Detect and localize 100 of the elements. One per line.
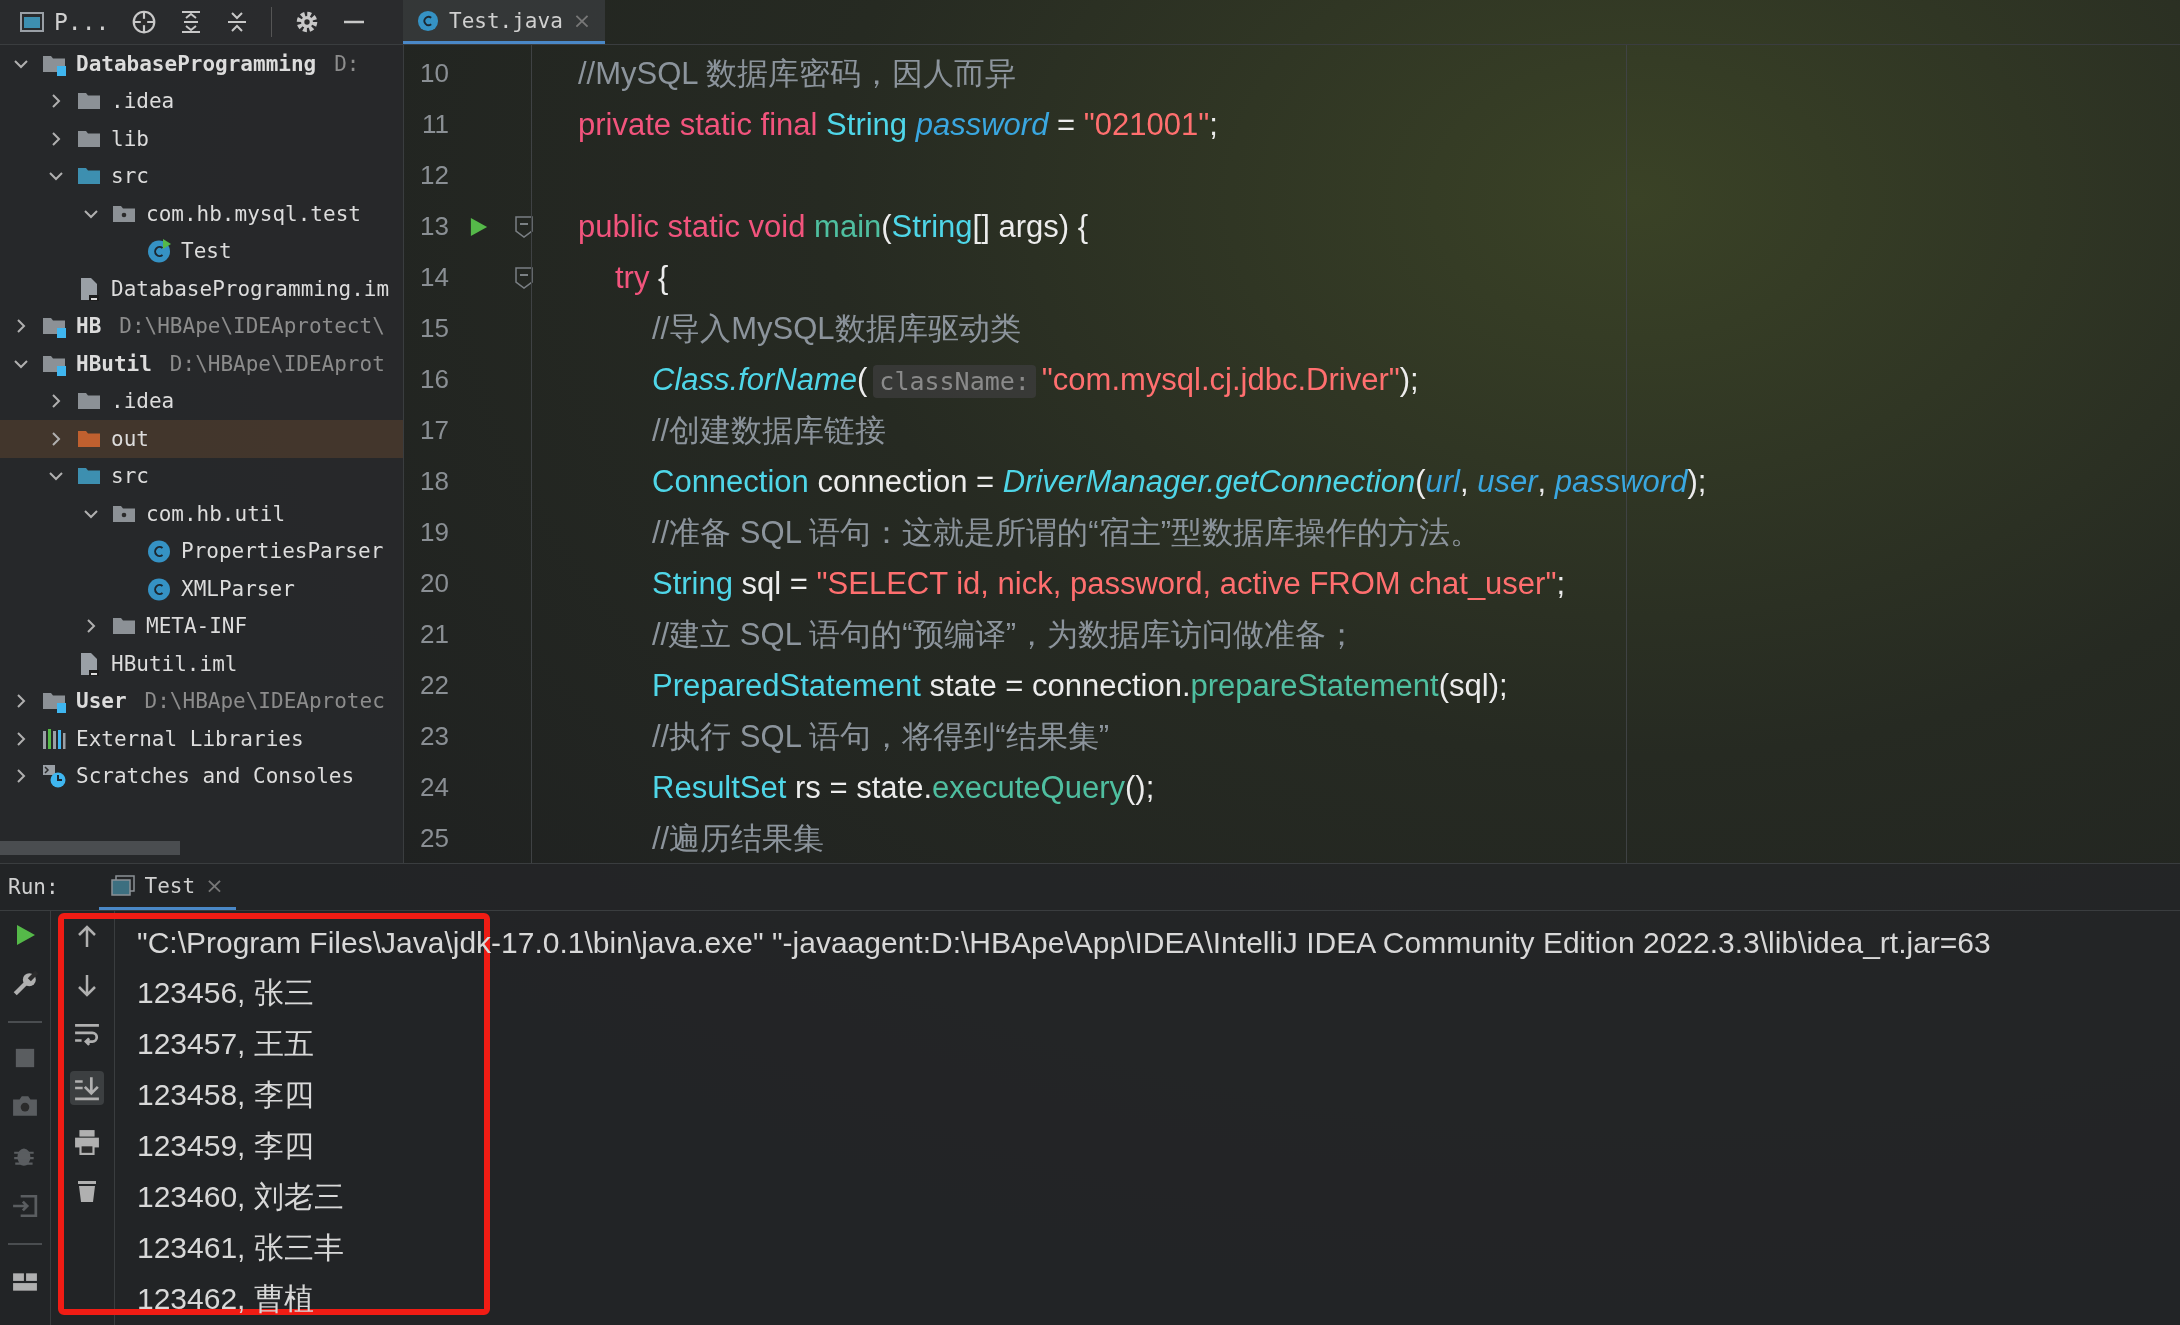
- line-number: 22: [419, 670, 449, 701]
- chevron-right-icon[interactable]: [14, 731, 28, 746]
- tree-row[interactable]: src: [0, 457, 403, 495]
- run-label: Run:: [8, 875, 59, 899]
- run-gutter-icon[interactable]: [470, 215, 488, 238]
- fold-icon[interactable]: [515, 266, 533, 289]
- line-number: 19: [419, 517, 449, 548]
- code-line: Class.forName( className: "com.mysql.cj.jdbc.Driver");: [652, 361, 1419, 398]
- tree-row[interactable]: Scratches and Consoles: [0, 757, 403, 795]
- chevron-right-icon[interactable]: [14, 319, 28, 334]
- tree-row[interactable]: DatabaseProgramming D:: [0, 45, 403, 83]
- module-path: D:\HBApe\IDEAprotect\: [119, 314, 385, 339]
- tree-row[interactable]: PropertiesParser: [0, 532, 403, 570]
- console-output-line: 123462, 曹植: [137, 1281, 315, 1317]
- code-line: PreparedStatement state = connection.prepareStatement(sql);: [652, 667, 1508, 704]
- fold-icon[interactable]: [515, 215, 533, 238]
- line-number: 11: [421, 109, 449, 140]
- code-line: Connection connection = DriverManager.getConnection(url, user, password);: [652, 463, 1707, 500]
- chevron-right-icon[interactable]: [14, 769, 28, 784]
- tree-item-label: HB: [76, 314, 102, 339]
- line-number: 21: [419, 619, 449, 650]
- tree-row[interactable]: META-INF: [0, 607, 403, 645]
- scratches-icon: [42, 764, 66, 789]
- code-line: try {: [615, 259, 669, 296]
- tree-item-label: com.hb.util: [146, 501, 286, 526]
- scrollbar-thumb[interactable]: [0, 841, 180, 855]
- code-line: //创建数据库链接: [652, 411, 887, 450]
- tree-row[interactable]: DatabaseProgramming.im: [0, 270, 403, 308]
- tree-item-label: User: [76, 689, 127, 714]
- code-line: private static final String password = "021001";: [578, 106, 1218, 143]
- console-output-line: 123459, 李四: [137, 1128, 315, 1164]
- tree-row[interactable]: out: [0, 420, 403, 458]
- tree-item-label: .idea: [111, 89, 175, 114]
- tree-item-label: HButil: [76, 351, 152, 376]
- line-number: 18: [419, 466, 449, 497]
- console-output-line: 123460, 刘老三: [137, 1179, 345, 1215]
- tree-item-label: PropertiesParser: [181, 539, 384, 564]
- project-title[interactable]: P...: [54, 9, 110, 35]
- soft-wrap-icon[interactable]: [73, 1021, 100, 1047]
- tree-item-label: com.hb.mysql.test: [146, 201, 361, 226]
- module-path: D:\HBApe\IDEAprot: [169, 351, 385, 376]
- line-number: 23: [419, 721, 449, 752]
- class-icon: [417, 9, 439, 32]
- wrench-icon[interactable]: [12, 971, 38, 997]
- run-tab[interactable]: Test ×: [98, 864, 236, 910]
- scroll-to-end-button[interactable]: [69, 1071, 104, 1105]
- chevron-right-icon[interactable]: [14, 694, 28, 709]
- tree-item-label: .idea: [111, 389, 175, 414]
- tree-row[interactable]: com.hb.util: [0, 495, 403, 533]
- tree-item-label: DatabaseProgramming: [76, 51, 317, 76]
- tree-row[interactable]: src: [0, 157, 403, 195]
- class-icon: [147, 539, 171, 564]
- chevron-right-icon[interactable]: [49, 431, 63, 446]
- chevron-right-icon[interactable]: [84, 619, 98, 634]
- line-number: 20: [419, 568, 449, 599]
- line-number: 17: [419, 415, 449, 446]
- tree-item-label: META-INF: [146, 614, 248, 639]
- chevron-right-icon[interactable]: [49, 131, 63, 146]
- code-line: String sql = "SELECT id, nick, password, active FROM chat_user";: [652, 565, 1566, 602]
- editor-tab[interactable]: Test.java ×: [403, 0, 606, 44]
- line-number: 14: [419, 262, 449, 293]
- class-icon: [147, 576, 171, 601]
- console-output-line: 123461, 张三丰: [137, 1230, 345, 1266]
- tree-row[interactable]: com.hb.mysql.test: [0, 195, 403, 233]
- tree-row[interactable]: XMLParser: [0, 570, 403, 608]
- libraries-icon: [42, 726, 66, 751]
- tree-item-label: External Libraries: [76, 726, 304, 751]
- tree-row[interactable]: .idea: [0, 82, 403, 120]
- tree-row[interactable]: User D:\HBApe\IDEAprotec: [0, 682, 403, 720]
- tree-item-label: HButil.iml: [111, 651, 238, 676]
- tree-item-label: src: [111, 164, 149, 189]
- chevron-right-icon[interactable]: [49, 94, 63, 109]
- console-icon: [110, 873, 135, 898]
- line-number: 13: [419, 211, 449, 242]
- module-path: D:\HBApe\IDEAprotec: [144, 689, 385, 714]
- code-line: //建立 SQL 语句的“预编译”，为数据库访问做准备；: [652, 615, 1357, 654]
- console-output-line: 123456, 张三: [137, 975, 315, 1011]
- line-number: 24: [419, 772, 449, 803]
- tree-row[interactable]: lib: [0, 120, 403, 158]
- line-number: 12: [419, 160, 449, 191]
- tree-item-label: Scratches and Consoles: [76, 764, 355, 789]
- tree-row[interactable]: .idea: [0, 382, 403, 420]
- console-output-line: 123458, 李四: [137, 1077, 315, 1113]
- tree-item-label: DatabaseProgramming.im: [111, 276, 390, 301]
- tree-item-label: lib: [111, 126, 149, 151]
- tree-item-label: Test: [181, 239, 232, 264]
- tree-row[interactable]: Test: [0, 232, 403, 270]
- line-number: 25: [419, 823, 449, 854]
- code-line: //遍历结果集: [652, 819, 825, 858]
- chevron-right-icon[interactable]: [49, 394, 63, 409]
- module-path: D:: [334, 51, 360, 76]
- code-line: public static void main(String[] args) {: [578, 208, 1088, 245]
- tree-row[interactable]: HButil.iml: [0, 645, 403, 683]
- code-line: //MySQL 数据库密码，因人而异: [578, 54, 1017, 93]
- print-icon[interactable]: [73, 1129, 100, 1155]
- tree-item-label: src: [111, 464, 149, 489]
- tree-row[interactable]: External Libraries: [0, 720, 403, 758]
- tree-row[interactable]: HButil D:\HBApe\IDEAprot: [0, 345, 403, 383]
- crosshair-icon[interactable]: [131, 9, 158, 35]
- tree-row[interactable]: HB D:\HBApe\IDEAprotect\: [0, 307, 403, 345]
